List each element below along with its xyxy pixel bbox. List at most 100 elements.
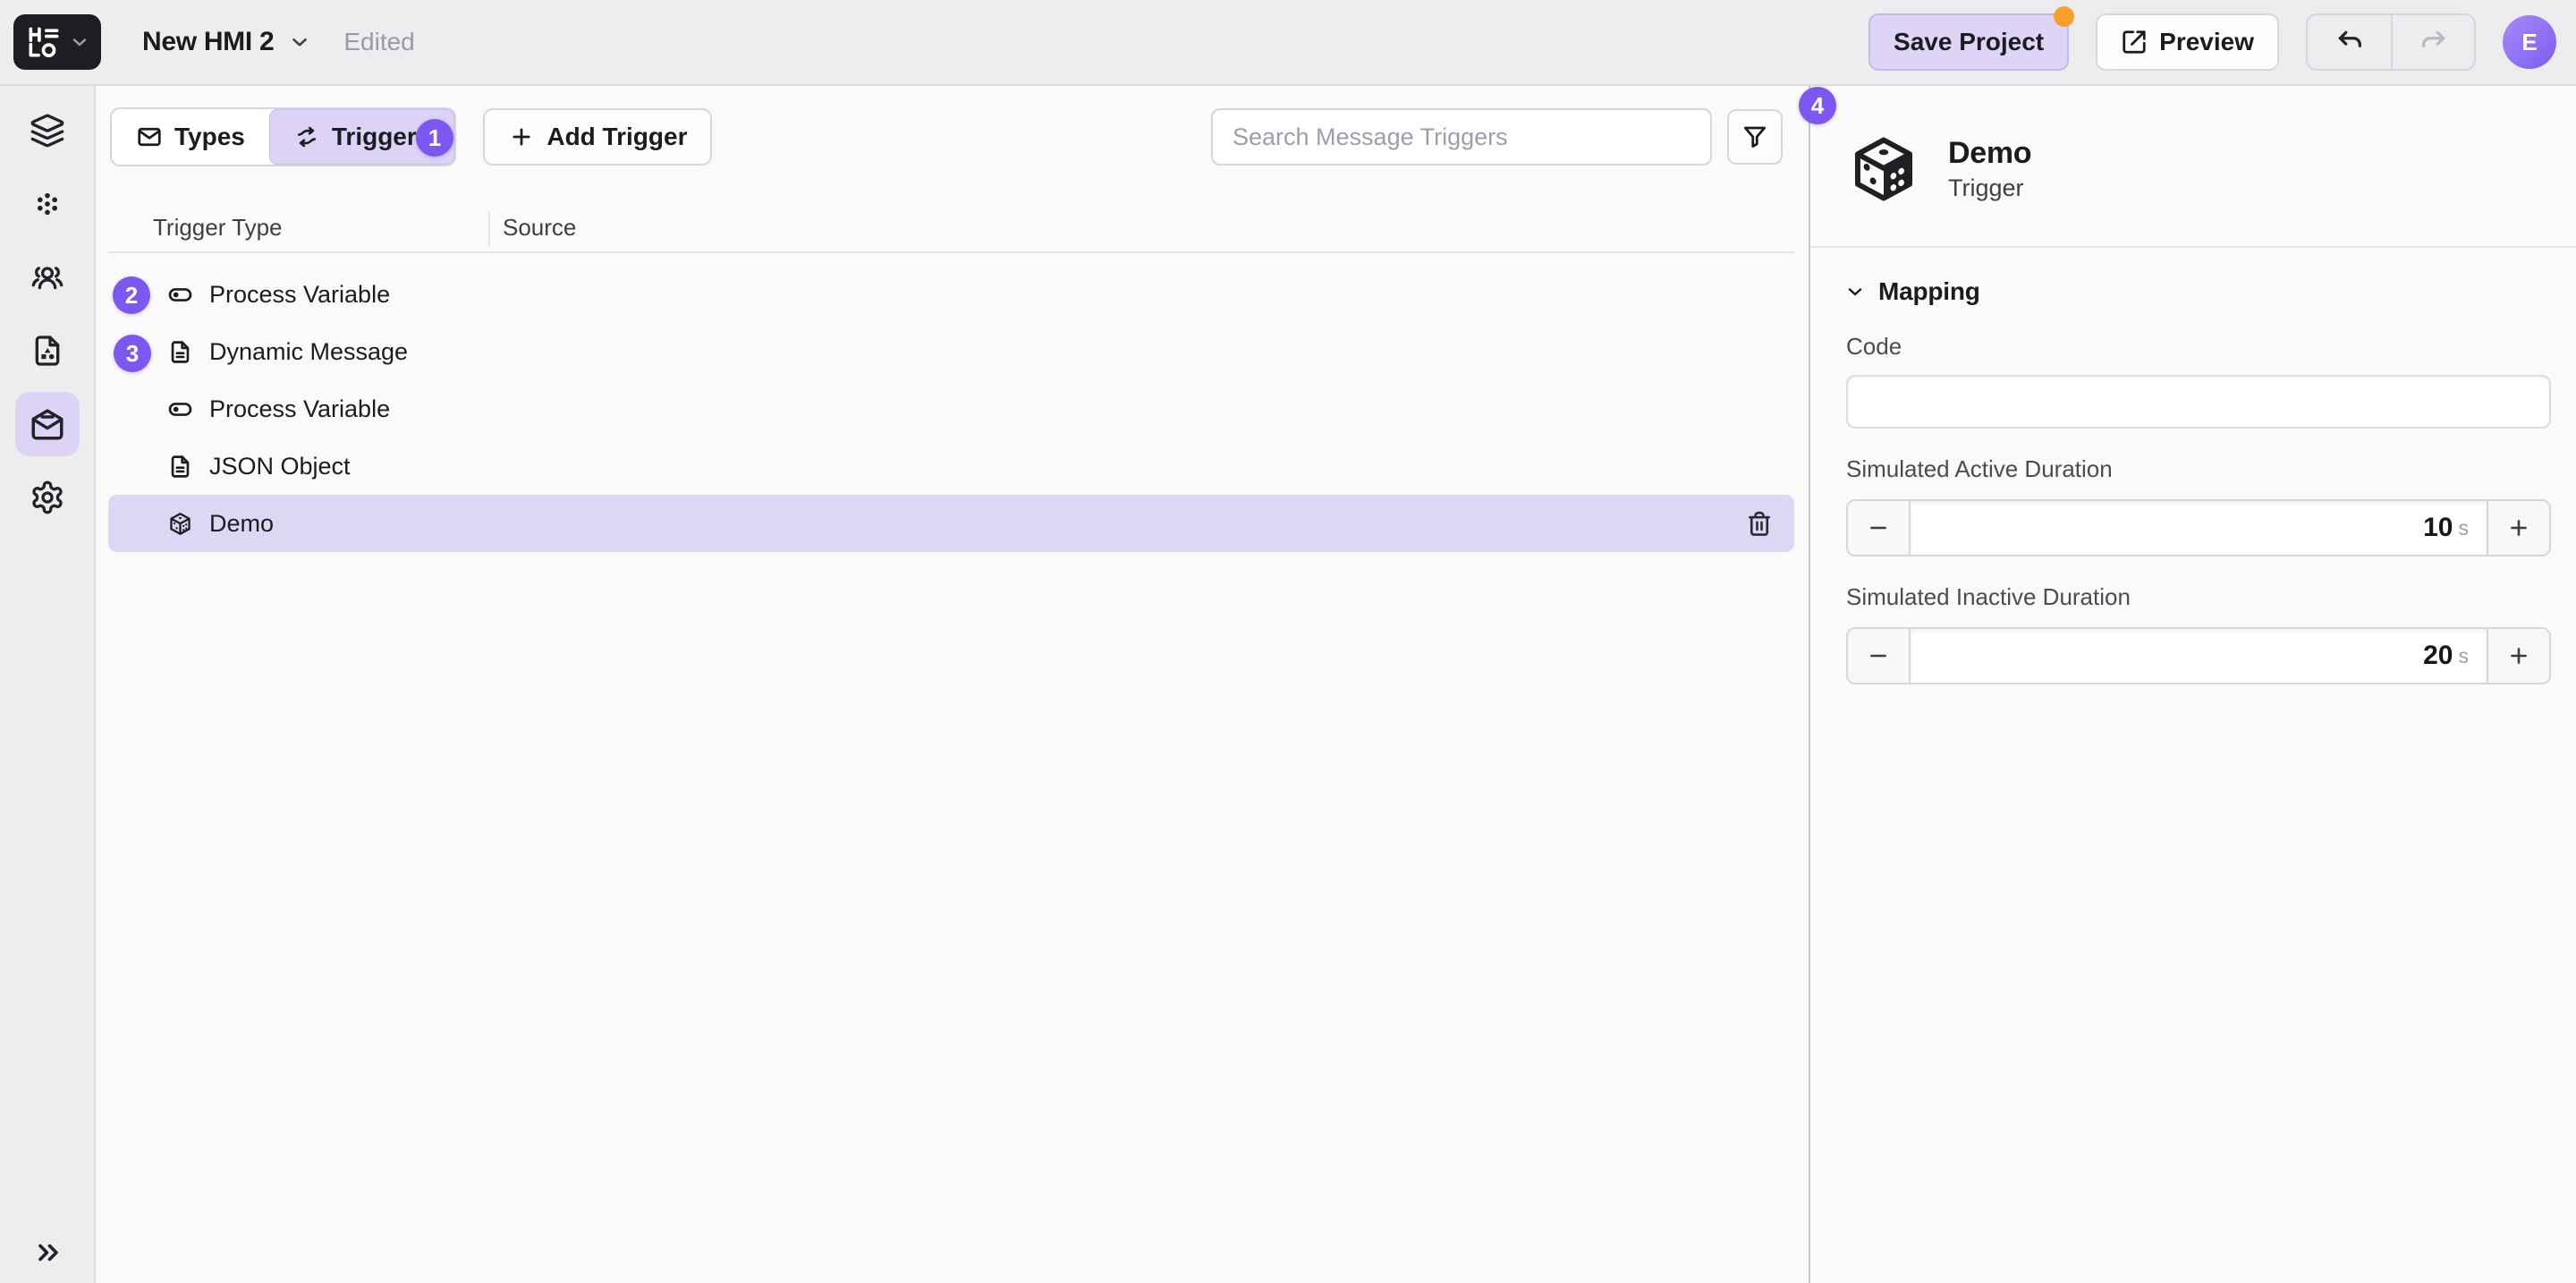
preview-button[interactable]: Preview xyxy=(2096,13,2279,71)
dice-icon xyxy=(1846,132,1921,207)
decrement-button[interactable] xyxy=(1848,629,1911,683)
undo-button[interactable] xyxy=(2308,15,2391,69)
inspector-subtitle: Trigger xyxy=(1948,174,2031,202)
sidebar-item-settings[interactable] xyxy=(15,465,80,530)
user-avatar[interactable]: E xyxy=(2503,15,2556,69)
annotation-badge-2: 2 xyxy=(113,276,150,314)
mail-icon xyxy=(136,123,163,150)
file-text-icon xyxy=(167,339,193,365)
table-row[interactable]: Process Variable xyxy=(108,380,1794,438)
types-triggers-segmented-control: Types Triggers xyxy=(110,107,456,166)
helio-logo[interactable] xyxy=(13,14,101,70)
layers-icon xyxy=(30,113,65,149)
save-project-label: Save Project xyxy=(1894,28,2044,56)
table-row[interactable]: Process Variable xyxy=(108,266,1794,323)
table-header: Trigger Type Source xyxy=(108,210,1794,253)
tab-types[interactable]: Types xyxy=(112,109,269,165)
left-sidebar xyxy=(0,86,96,1283)
table-row[interactable]: Dynamic Message xyxy=(108,323,1794,380)
history-button-group xyxy=(2306,13,2476,71)
minus-icon xyxy=(1866,643,1891,668)
trigger-type-label: Demo xyxy=(209,510,274,538)
chevron-down-icon xyxy=(1844,281,1866,302)
sidebar-item-assets[interactable] xyxy=(15,319,80,383)
active-duration-stepper: 10 s xyxy=(1846,499,2551,557)
chevron-down-icon xyxy=(69,31,90,53)
active-duration-unit: s xyxy=(2459,516,2470,540)
trigger-type-label: Process Variable xyxy=(209,395,390,423)
trigger-type-label: Process Variable xyxy=(209,281,390,309)
project-menu-caret-icon[interactable] xyxy=(288,30,311,54)
filter-button[interactable] xyxy=(1727,109,1783,165)
plus-icon xyxy=(2506,643,2531,668)
increment-button[interactable] xyxy=(2487,629,2549,683)
unsaved-changes-dot xyxy=(2054,6,2074,27)
sidebar-item-layers[interactable] xyxy=(15,98,80,163)
funnel-icon xyxy=(1741,123,1769,151)
active-duration-value: 10 xyxy=(2423,513,2453,543)
active-duration-label: Simulated Active Duration xyxy=(1846,455,2549,483)
increment-button[interactable] xyxy=(2487,501,2549,555)
decrement-button[interactable] xyxy=(1848,501,1911,555)
mapping-section-label: Mapping xyxy=(1878,277,1980,306)
inactive-duration-unit: s xyxy=(2459,644,2470,668)
column-divider xyxy=(488,212,490,246)
table-row-selected[interactable]: Demo xyxy=(108,495,1794,552)
plus-icon xyxy=(2506,515,2531,540)
triggers-toolbar: Types Triggers Add Trigger xyxy=(110,107,1783,166)
preview-label: Preview xyxy=(2159,28,2254,56)
redo-button[interactable] xyxy=(2391,15,2474,69)
code-input[interactable] xyxy=(1846,375,2551,429)
inspector-title: Demo xyxy=(1948,136,2031,171)
split-icon xyxy=(293,123,320,150)
add-trigger-button[interactable]: Add Trigger xyxy=(483,108,712,166)
sidebar-expand-button[interactable] xyxy=(0,1236,96,1269)
trash-icon xyxy=(1746,510,1773,537)
annotation-badge-3: 3 xyxy=(114,335,151,372)
active-duration-value-field[interactable]: 10 s xyxy=(1911,501,2487,555)
sidebar-item-components[interactable] xyxy=(15,172,80,236)
gear-icon xyxy=(30,480,65,515)
triggers-panel: Types Triggers Add Trigger xyxy=(96,86,1809,1283)
file-image-icon xyxy=(30,333,65,369)
trigger-type-label: JSON Object xyxy=(209,453,351,480)
dice-icon xyxy=(167,511,193,537)
users-icon xyxy=(30,259,65,295)
sidebar-item-users[interactable] xyxy=(15,245,80,310)
table-row[interactable]: JSON Object xyxy=(108,438,1794,495)
sidebar-item-messages[interactable] xyxy=(15,392,80,456)
toggle-icon xyxy=(167,282,193,308)
inspector-header: Demo Trigger xyxy=(1810,86,2576,207)
delete-trigger-button[interactable] xyxy=(1746,510,1773,537)
mapping-section-toggle[interactable]: Mapping xyxy=(1844,277,2549,306)
inactive-duration-label: Simulated Inactive Duration xyxy=(1846,583,2549,611)
top-bar: New HMI 2 Edited Save Project Preview xyxy=(0,0,2576,86)
file-text-icon xyxy=(167,454,193,480)
redo-icon xyxy=(2419,27,2449,57)
inactive-duration-value-field[interactable]: 20 s xyxy=(1911,629,2487,683)
external-link-icon xyxy=(2121,29,2148,55)
add-trigger-label: Add Trigger xyxy=(547,123,687,151)
mail-open-icon xyxy=(29,405,66,443)
triggers-table: Trigger Type Source Process Variable Dyn… xyxy=(108,210,1794,552)
code-label: Code xyxy=(1846,333,2549,361)
minus-icon xyxy=(1866,515,1891,540)
inspector-divider xyxy=(1810,246,2576,248)
column-header-source: Source xyxy=(503,214,576,242)
inactive-duration-value: 20 xyxy=(2423,641,2453,671)
trigger-type-label: Dynamic Message xyxy=(209,338,408,366)
inactive-duration-stepper: 20 s xyxy=(1846,627,2551,684)
plus-icon xyxy=(508,123,535,150)
column-header-trigger-type: Trigger Type xyxy=(153,214,283,242)
search-input[interactable] xyxy=(1211,108,1712,166)
avatar-initial: E xyxy=(2521,29,2537,56)
undo-icon xyxy=(2334,27,2365,57)
inspector-panel: Demo Trigger Mapping Code Simulated Acti… xyxy=(1809,86,2576,1283)
annotation-badge-4: 4 xyxy=(1799,87,1836,124)
helio-logo-icon xyxy=(24,22,64,62)
project-title: New HMI 2 xyxy=(142,27,274,57)
edited-status: Edited xyxy=(343,28,414,56)
save-project-button[interactable]: Save Project xyxy=(1868,13,2069,71)
annotation-badge-1: 1 xyxy=(416,119,453,157)
chevrons-right-icon xyxy=(32,1236,64,1269)
